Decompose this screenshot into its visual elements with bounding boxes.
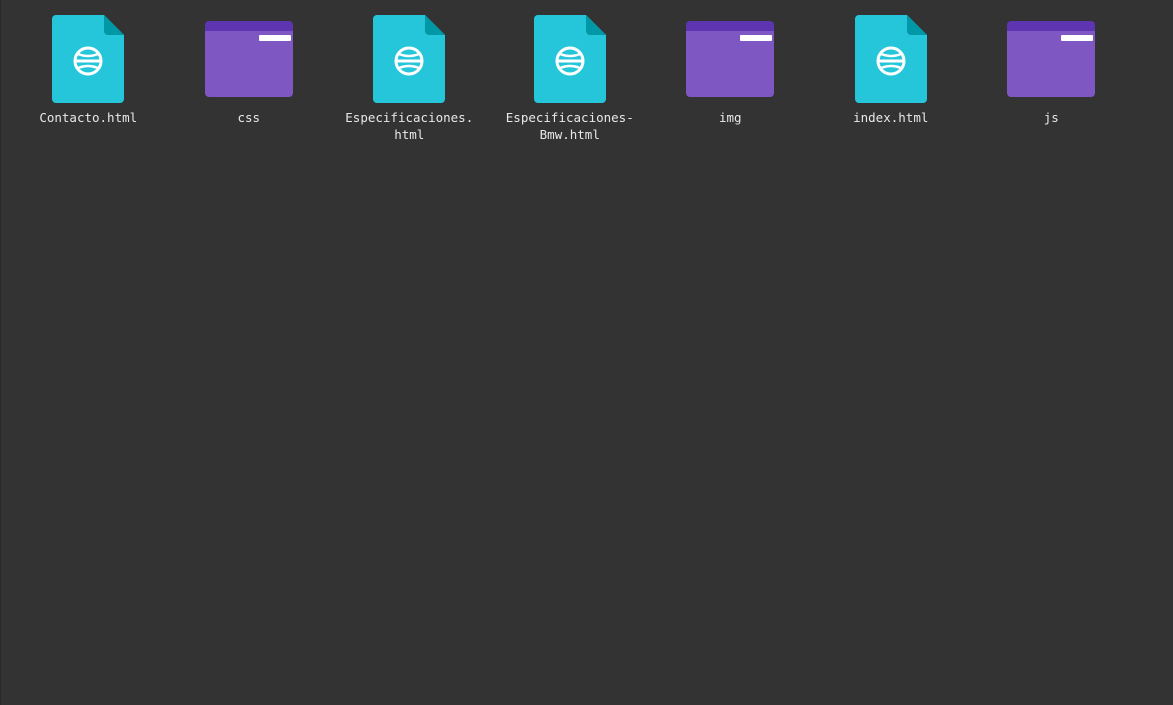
file-name-label: Especificaciones- Bmw.html — [505, 110, 634, 142]
html-file-icon — [361, 14, 457, 103]
file-item-index-html[interactable]: index.html — [811, 14, 972, 126]
file-grid: Contacto.html css Especificaciones. html… — [8, 14, 1132, 143]
file-name-label: js — [1043, 110, 1059, 125]
file-item-especificaciones-bmw-html[interactable]: Especificaciones- Bmw.html — [490, 14, 651, 143]
file-name-label: Especificaciones. html — [345, 110, 474, 142]
folder-item-js[interactable]: js — [971, 14, 1132, 126]
folder-item-img[interactable]: img — [650, 14, 811, 126]
file-name-label: css — [237, 110, 261, 125]
html-file-icon — [522, 14, 618, 103]
folder-icon — [201, 14, 297, 103]
folder-item-css[interactable]: css — [169, 14, 330, 126]
file-name-label: index.html — [853, 110, 929, 125]
folder-icon — [682, 14, 778, 103]
html-file-icon — [843, 14, 939, 103]
folder-icon — [1003, 14, 1099, 103]
file-name-label: Contacto.html — [39, 110, 138, 125]
file-manager-view: Contacto.html css Especificaciones. html… — [0, 0, 1173, 705]
html-file-icon — [40, 14, 136, 103]
file-name-label: img — [718, 110, 742, 125]
file-item-especificaciones-html[interactable]: Especificaciones. html — [329, 14, 490, 143]
file-item-contacto-html[interactable]: Contacto.html — [8, 14, 169, 126]
